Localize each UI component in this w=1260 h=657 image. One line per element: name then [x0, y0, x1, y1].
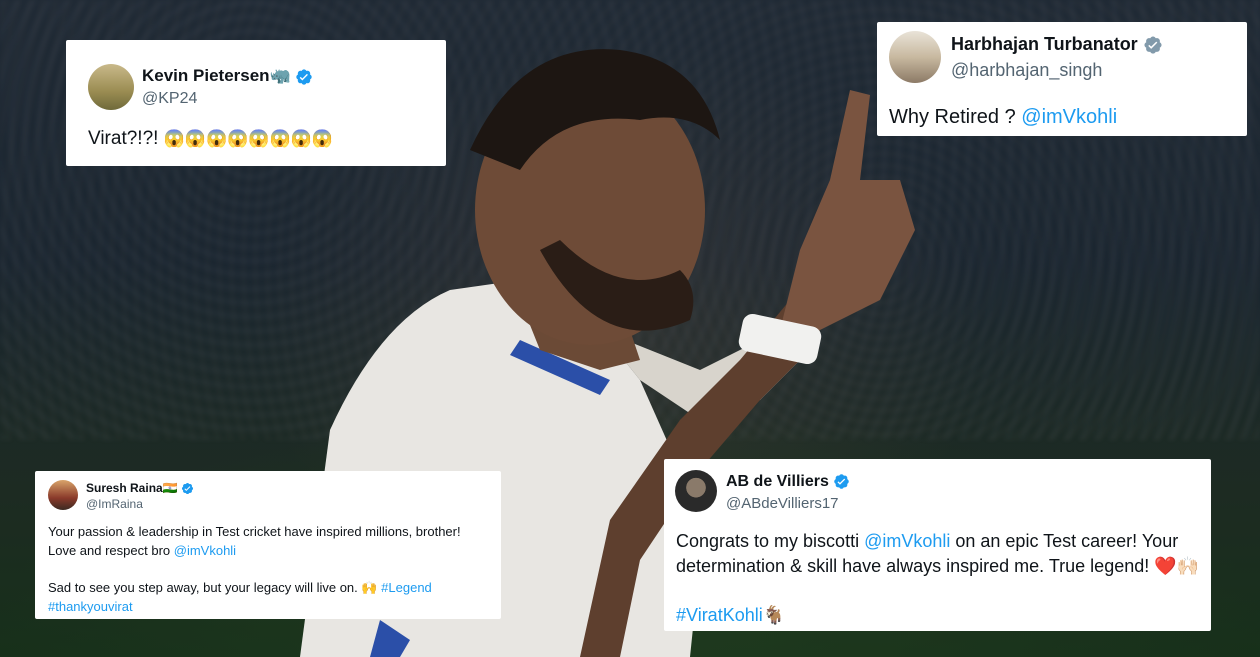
- tweet-text-body: on an epic Test career! Your: [950, 531, 1179, 551]
- tweet-author-name[interactable]: Kevin Pietersen🦏: [142, 66, 313, 86]
- india-flag-icon: 🇮🇳: [162, 481, 178, 495]
- tweet-text-body: Sad to see you step away, but your legac…: [48, 580, 382, 595]
- tweet-author-handle[interactable]: @harbhajan_singh: [951, 60, 1102, 81]
- tweet-text-body: Love and respect bro: [48, 543, 174, 558]
- hashtag-link[interactable]: #ViratKohli: [676, 605, 763, 625]
- tweet-text-line: Love and respect bro @imVkohli: [48, 543, 236, 558]
- author-name-text: AB de Villiers: [726, 473, 829, 490]
- tweet-card-suresh-raina[interactable]: Suresh Raina🇮🇳 @ImRaina Your passion & l…: [35, 471, 501, 619]
- hashtag-link[interactable]: #Legend: [381, 580, 432, 595]
- tweet-text-line: Your passion & leadership in Test cricke…: [48, 524, 461, 539]
- verified-badge-icon: [1144, 36, 1162, 54]
- tweet-card-kevin-pietersen[interactable]: Kevin Pietersen🦏 @KP24 Virat?!?! 😱😱😱😱😱😱😱…: [66, 40, 446, 166]
- avatar[interactable]: [48, 480, 78, 510]
- tweet-card-ab-de-villiers[interactable]: AB de Villiers @ABdeVilliers17 Congrats …: [664, 459, 1211, 631]
- tweet-text-body: Congrats to my biscotti: [676, 531, 865, 551]
- mention-link[interactable]: @imVkohli: [864, 531, 950, 551]
- avatar[interactable]: [88, 64, 134, 110]
- tweet-author-name[interactable]: Harbhajan Turbanator: [951, 34, 1163, 55]
- author-name-text: Harbhajan Turbanator: [951, 34, 1138, 54]
- verified-badge-icon: [296, 68, 313, 85]
- verified-badge-icon: [181, 483, 194, 495]
- tweet-text-line: #ViratKohli🐐: [676, 605, 785, 626]
- tweet-author-handle[interactable]: @ImRaina: [86, 497, 143, 511]
- avatar[interactable]: [889, 31, 941, 83]
- avatar[interactable]: [675, 470, 717, 512]
- verified-badge-icon: [834, 474, 850, 490]
- tweet-text: Why Retired ? @imVkohli: [889, 106, 1117, 129]
- tweet-author-name[interactable]: AB de Villiers: [726, 473, 850, 491]
- scream-emoji-icon: 😱😱😱😱😱😱😱😱: [163, 129, 334, 148]
- mention-link[interactable]: @imVkohli: [174, 543, 236, 558]
- rhino-emoji-icon: 🦏: [269, 66, 291, 85]
- tweet-text-body: Why Retired ?: [889, 106, 1022, 128]
- author-name-text: Kevin Pietersen: [142, 66, 270, 85]
- tweet-author-name[interactable]: Suresh Raina🇮🇳: [86, 481, 194, 495]
- goat-emoji-icon: 🐐: [762, 605, 786, 625]
- tweet-text-line: Congrats to my biscotti @imVkohli on an …: [676, 531, 1178, 552]
- tweet-text-line: Sad to see you step away, but your legac…: [48, 580, 432, 596]
- tweet-text-body: Virat?!?!: [88, 128, 164, 149]
- tweet-text-line: determination & skill have always inspir…: [676, 556, 1200, 576]
- hashtag-link[interactable]: #thankyouvirat: [48, 599, 133, 614]
- tweet-text: Virat?!?! 😱😱😱😱😱😱😱😱: [88, 128, 333, 150]
- author-name-text: Suresh Raina: [86, 481, 163, 495]
- tweet-text-line: #thankyouvirat: [48, 599, 133, 614]
- mention-link[interactable]: @imVkohli: [1021, 106, 1117, 128]
- tweet-author-handle[interactable]: @KP24: [142, 90, 197, 108]
- tweet-author-handle[interactable]: @ABdeVilliers17: [726, 495, 839, 512]
- tweet-card-harbhajan[interactable]: Harbhajan Turbanator @harbhajan_singh Wh…: [877, 22, 1247, 136]
